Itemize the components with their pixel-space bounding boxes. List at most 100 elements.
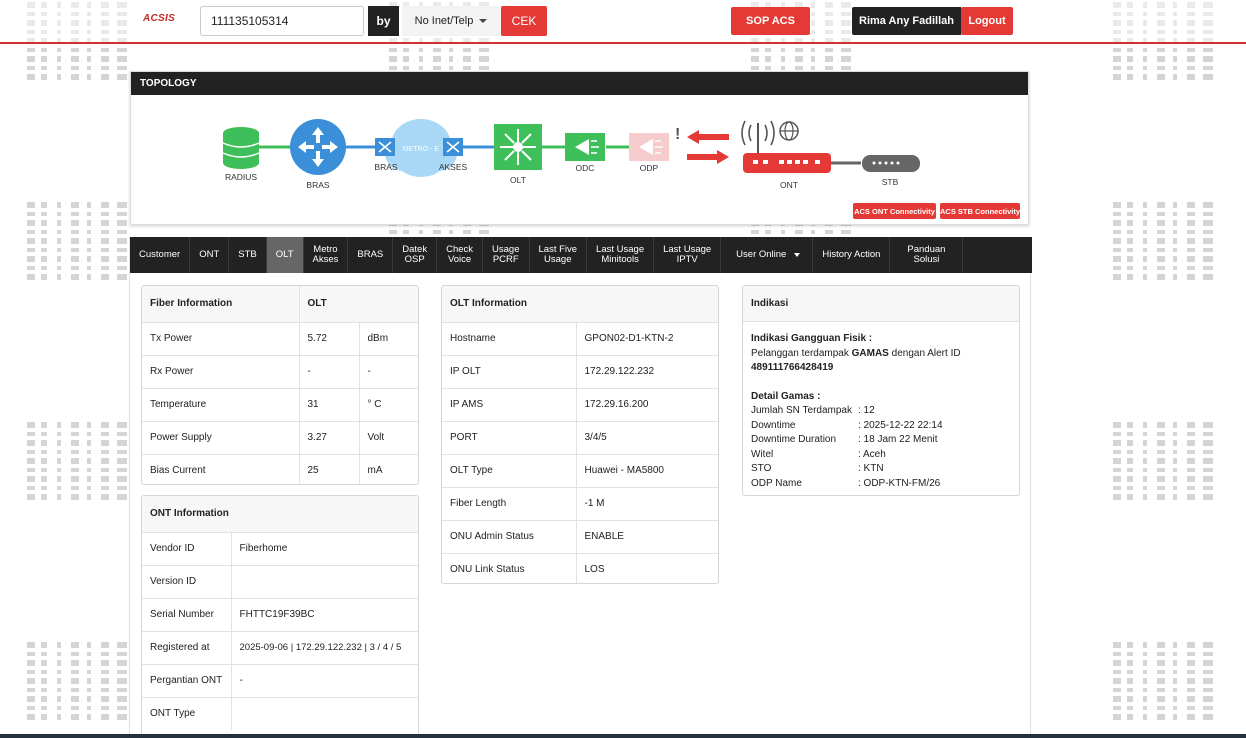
warning-icon: ! <box>675 126 680 143</box>
table-row: ONU Link Status LOS <box>442 553 718 583</box>
row-unit: dBm <box>359 322 418 356</box>
detail-key: Witel <box>751 448 774 460</box>
tab-stb[interactable]: STB <box>229 237 267 273</box>
table-header-row: Fiber Information OLT <box>142 286 418 323</box>
table-row: Version ID <box>142 565 418 599</box>
gangguan-text-post: dengan Alert ID <box>888 347 961 359</box>
detail-key: Downtime Duration <box>751 434 837 445</box>
row-value: - <box>299 355 360 389</box>
detail-value: : 2025-12-22 22:14 <box>858 419 943 431</box>
row-value <box>231 697 418 730</box>
row-value: - <box>231 664 418 698</box>
detail-value: : 12 <box>858 405 875 416</box>
row-label: Serial Number <box>142 598 232 632</box>
table-row: Tx Power 5.72 dBm <box>142 322 418 356</box>
by-label: by <box>368 6 399 36</box>
detail-row: Downtime Duration : 18 Jam 22 Menit <box>751 433 1011 448</box>
tab-olt[interactable]: OLT <box>266 237 304 273</box>
table-row: Vendor ID Fiberhome <box>142 532 418 566</box>
odp-icon[interactable] <box>629 133 669 161</box>
table-row: IP OLT 172.29.122.232 <box>442 355 718 389</box>
row-value: 31 <box>299 388 360 422</box>
tab-check-voice[interactable]: Check Voice <box>437 237 484 273</box>
row-unit: mA <box>367 465 383 477</box>
table-row: IP AMS 172.29.16.200 <box>442 388 718 422</box>
chevron-down-icon <box>479 19 488 23</box>
gangguan-text-pre: Pelanggan terdampak <box>751 347 852 359</box>
row-value: 25 <box>299 454 360 484</box>
search-type-value: No Inet/Telp <box>414 15 474 27</box>
detail-key: ODP Name <box>751 477 802 489</box>
ont-information-panel: ONT Information Vendor ID Fiberhome Vers… <box>141 495 419 738</box>
bottom-bar <box>0 734 1246 738</box>
table-row: Power Supply 3.27 Volt <box>142 421 418 455</box>
row-label: PORT <box>442 421 577 455</box>
table-row: ONU Admin Status ENABLE <box>442 520 718 554</box>
row-label: Power Supply <box>142 421 300 455</box>
odc-icon[interactable] <box>565 133 605 161</box>
detail-key: Downtime <box>751 419 796 431</box>
detail-value: : ODP-KTN-FM/26 <box>858 477 941 489</box>
table-header-row: ONT Information <box>142 496 418 533</box>
row-label: ONT Type <box>142 697 232 730</box>
cek-button[interactable]: CEK <box>501 6 547 36</box>
table-header-row: OLT Information <box>442 286 718 323</box>
detail-row: Witel : Aceh <box>751 448 1011 463</box>
sop-acs-button[interactable]: SOP ACS <box>731 7 810 35</box>
row-label: OLT Type <box>442 454 577 488</box>
fiber-information-panel: Fiber Information OLT Tx Power 5.72 dBm … <box>141 285 419 485</box>
stb-label: STB <box>882 177 899 187</box>
metro-label: METRO - E <box>403 146 439 153</box>
fiber-info-header: Fiber Information <box>142 286 300 323</box>
tab-last-usage-iptv[interactable]: Last Usage IPTV <box>654 237 722 273</box>
ont-icon[interactable] <box>741 120 831 173</box>
tab-last-usage-minitools[interactable]: Last Usage Minitools <box>587 237 655 273</box>
tab-panduan-solusi[interactable]: Panduan Solusi <box>890 237 964 273</box>
row-value: 172.29.16.200 <box>576 388 718 422</box>
tab-history-action[interactable]: History Action <box>813 237 891 273</box>
table-row: Rx Power - - <box>142 355 418 389</box>
detail-gamas-title: Detail Gamas : <box>751 390 821 402</box>
gamas-label: GAMAS <box>851 347 889 359</box>
olt-icon[interactable] <box>494 124 542 170</box>
gangguan-text: Pelanggan terdampak GAMAS dengan Alert I… <box>751 347 1011 362</box>
row-label: Pergantian ONT <box>142 664 232 698</box>
logout-button[interactable]: Logout <box>961 7 1013 35</box>
tab-bar: Customer ONT STB OLT Metro Akses BRAS Da… <box>130 237 1032 273</box>
tab-ont[interactable]: ONT <box>190 237 230 273</box>
stb-icon[interactable] <box>862 155 920 172</box>
row-value <box>231 565 418 599</box>
detail-value: : Aceh <box>858 448 886 460</box>
search-input[interactable] <box>200 6 364 36</box>
top-header: ACSIS by No Inet/Telp CEK SOP ACS Rima A… <box>0 0 1246 44</box>
app-logo[interactable]: ACSIS <box>143 13 175 24</box>
row-label: ONU Link Status <box>442 553 577 583</box>
acs-stb-connectivity-button[interactable]: ACS STB Connectivity <box>940 203 1020 219</box>
row-label: Hostname <box>442 322 577 356</box>
tab-usage-pcrf[interactable]: Usage PCRF <box>483 237 530 273</box>
tab-datek-osp[interactable]: Datek OSP <box>393 237 438 273</box>
tab-bras[interactable]: BRAS <box>348 237 394 273</box>
acs-ont-connectivity-button[interactable]: ACS ONT Connectivity <box>853 203 936 219</box>
search-type-select[interactable]: No Inet/Telp <box>402 6 500 36</box>
table-row: Serial Number FHTTC19F39BC <box>142 598 418 632</box>
tab-metro-akses[interactable]: Metro Akses <box>304 237 349 273</box>
tab-user-online-label: User Online <box>736 249 787 260</box>
row-value: -1 M <box>576 487 718 521</box>
tab-customer[interactable]: Customer <box>130 237 191 273</box>
table-row: Bias Current 25 mA <box>142 454 418 484</box>
table-row: Temperature 31 ° C <box>142 388 418 422</box>
user-name-button[interactable]: Rima Any Fadillah <box>852 7 961 35</box>
tab-user-online[interactable]: User Online <box>721 237 814 273</box>
detail-value: : 18 Jam 22 Menit <box>858 434 938 445</box>
radius-icon[interactable] <box>222 127 260 169</box>
tab-last-five-usage[interactable]: Last Five Usage <box>530 237 588 273</box>
bras-router-icon[interactable] <box>290 119 346 175</box>
akses-label: AKSES <box>439 162 468 172</box>
row-unit: Volt <box>359 421 418 455</box>
row-label: Vendor ID <box>142 532 232 566</box>
row-value: FHTTC19F39BC <box>231 598 418 632</box>
row-value: 3/4/5 <box>576 421 718 455</box>
topology-panel: TOPOLOGY RADIUS BRAS METRO - E BRAS AKSE… <box>130 71 1029 225</box>
table-row: ONT Type <box>142 697 418 730</box>
